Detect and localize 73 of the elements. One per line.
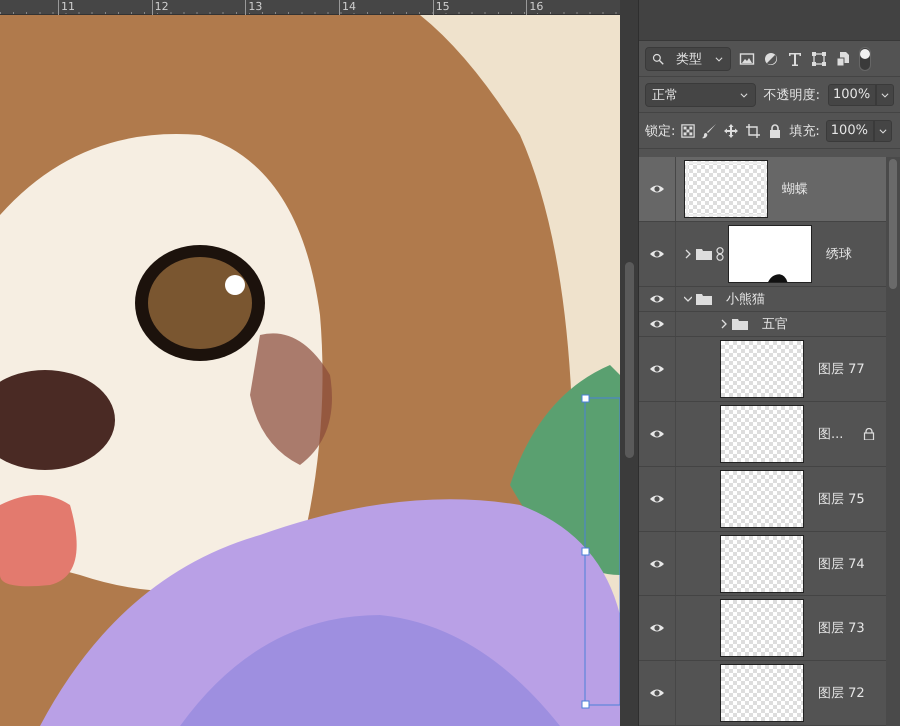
layer-row[interactable]: 小熊猫 [639, 286, 886, 312]
visibility-eye-icon[interactable] [649, 558, 665, 570]
layer-name: 蝴蝶 [782, 180, 808, 198]
folder-icon [696, 292, 712, 305]
layer-name: 图层 73 [818, 620, 865, 638]
visibility-eye-icon[interactable] [649, 363, 665, 376]
fill-field[interactable]: 100% [826, 120, 874, 142]
layer-row[interactable]: 图层 73 [639, 596, 886, 662]
visibility-eye-icon[interactable] [649, 622, 665, 634]
chain-link-icon[interactable] [716, 246, 724, 261]
type-icon[interactable] [787, 50, 803, 66]
expand-toggle[interactable] [720, 319, 728, 330]
mask-thumbnail[interactable] [728, 224, 812, 283]
image-icon[interactable] [739, 50, 755, 66]
half-circle-icon[interactable] [763, 50, 779, 66]
layer-thumbnail[interactable] [720, 470, 804, 528]
layer-thumbnail[interactable] [720, 599, 804, 658]
visibility-eye-icon[interactable] [649, 292, 665, 305]
move-icon[interactable] [723, 122, 740, 138]
layer-name: 图... [818, 426, 844, 444]
layer-row[interactable]: 图层 72 [639, 661, 886, 726]
visibility-eye-icon[interactable] [649, 492, 665, 505]
shape-icon[interactable] [811, 50, 827, 66]
folder-icon [696, 248, 712, 260]
brush-icon[interactable] [701, 122, 718, 138]
search-icon [652, 52, 664, 64]
visibility-eye-icon[interactable] [649, 428, 665, 440]
layer-row[interactable]: 图层 74 [639, 532, 886, 596]
expand-toggle[interactable] [684, 248, 692, 259]
layer-row[interactable]: 图... [639, 402, 886, 467]
visibility-eye-icon[interactable] [649, 318, 665, 330]
filter-toggle[interactable] [859, 46, 871, 70]
fill-label: 填充: [789, 122, 820, 140]
opacity-field[interactable]: 100% [828, 84, 876, 106]
scrollbar-thumb[interactable] [624, 262, 634, 458]
expand-toggle[interactable] [684, 294, 692, 304]
visibility-eye-icon[interactable] [649, 248, 665, 260]
lock-label: 锁定: [645, 122, 676, 140]
visibility-eye-icon[interactable] [649, 687, 665, 700]
layer-name: 图层 72 [818, 685, 865, 702]
layer-filter-dropdown[interactable]: 类型 [645, 46, 731, 70]
layer-row[interactable]: 图层 75 [639, 466, 886, 532]
checkerboard-icon[interactable] [681, 124, 696, 138]
layer-row[interactable]: 五官 [639, 312, 886, 338]
layer-thumbnail[interactable] [720, 534, 804, 593]
layer-thumbnail[interactable] [720, 340, 804, 398]
ruler-label: 11 [61, 0, 75, 13]
layer-name: 绣球 [826, 246, 852, 263]
layer-name: 图层 77 [818, 361, 865, 378]
layer-name: 图层 75 [818, 490, 865, 508]
opacity-label: 不透明度: [764, 86, 820, 104]
blend-mode-dropdown[interactable]: 正常 [645, 82, 756, 106]
scrollbar-thumb[interactable] [889, 159, 897, 289]
layer-row[interactable]: 蝴蝶 [639, 157, 886, 222]
document-icon[interactable] [835, 50, 851, 66]
layer-thumbnail[interactable] [720, 664, 804, 722]
ruler-label: 12 [154, 0, 169, 13]
opacity-dropdown-button[interactable] [876, 84, 894, 106]
layer-thumbnail[interactable] [720, 405, 804, 464]
ruler-label: 16 [529, 0, 544, 13]
ruler-label: 14 [342, 0, 356, 13]
ruler-label: 15 [436, 0, 450, 13]
ruler-label: 13 [248, 0, 262, 13]
layer-row[interactable]: 图层 77 [639, 337, 886, 402]
crop-frame-icon[interactable] [745, 122, 762, 138]
layer-name: 图层 74 [818, 556, 865, 573]
group-name: 小熊猫 [726, 290, 765, 308]
fill-dropdown-button[interactable] [874, 120, 892, 142]
group-name: 五官 [762, 316, 788, 334]
layer-row[interactable]: 绣球 [639, 222, 886, 287]
layer-thumbnail[interactable] [684, 160, 768, 218]
visibility-eye-icon[interactable] [649, 182, 665, 195]
folder-icon [732, 318, 748, 330]
